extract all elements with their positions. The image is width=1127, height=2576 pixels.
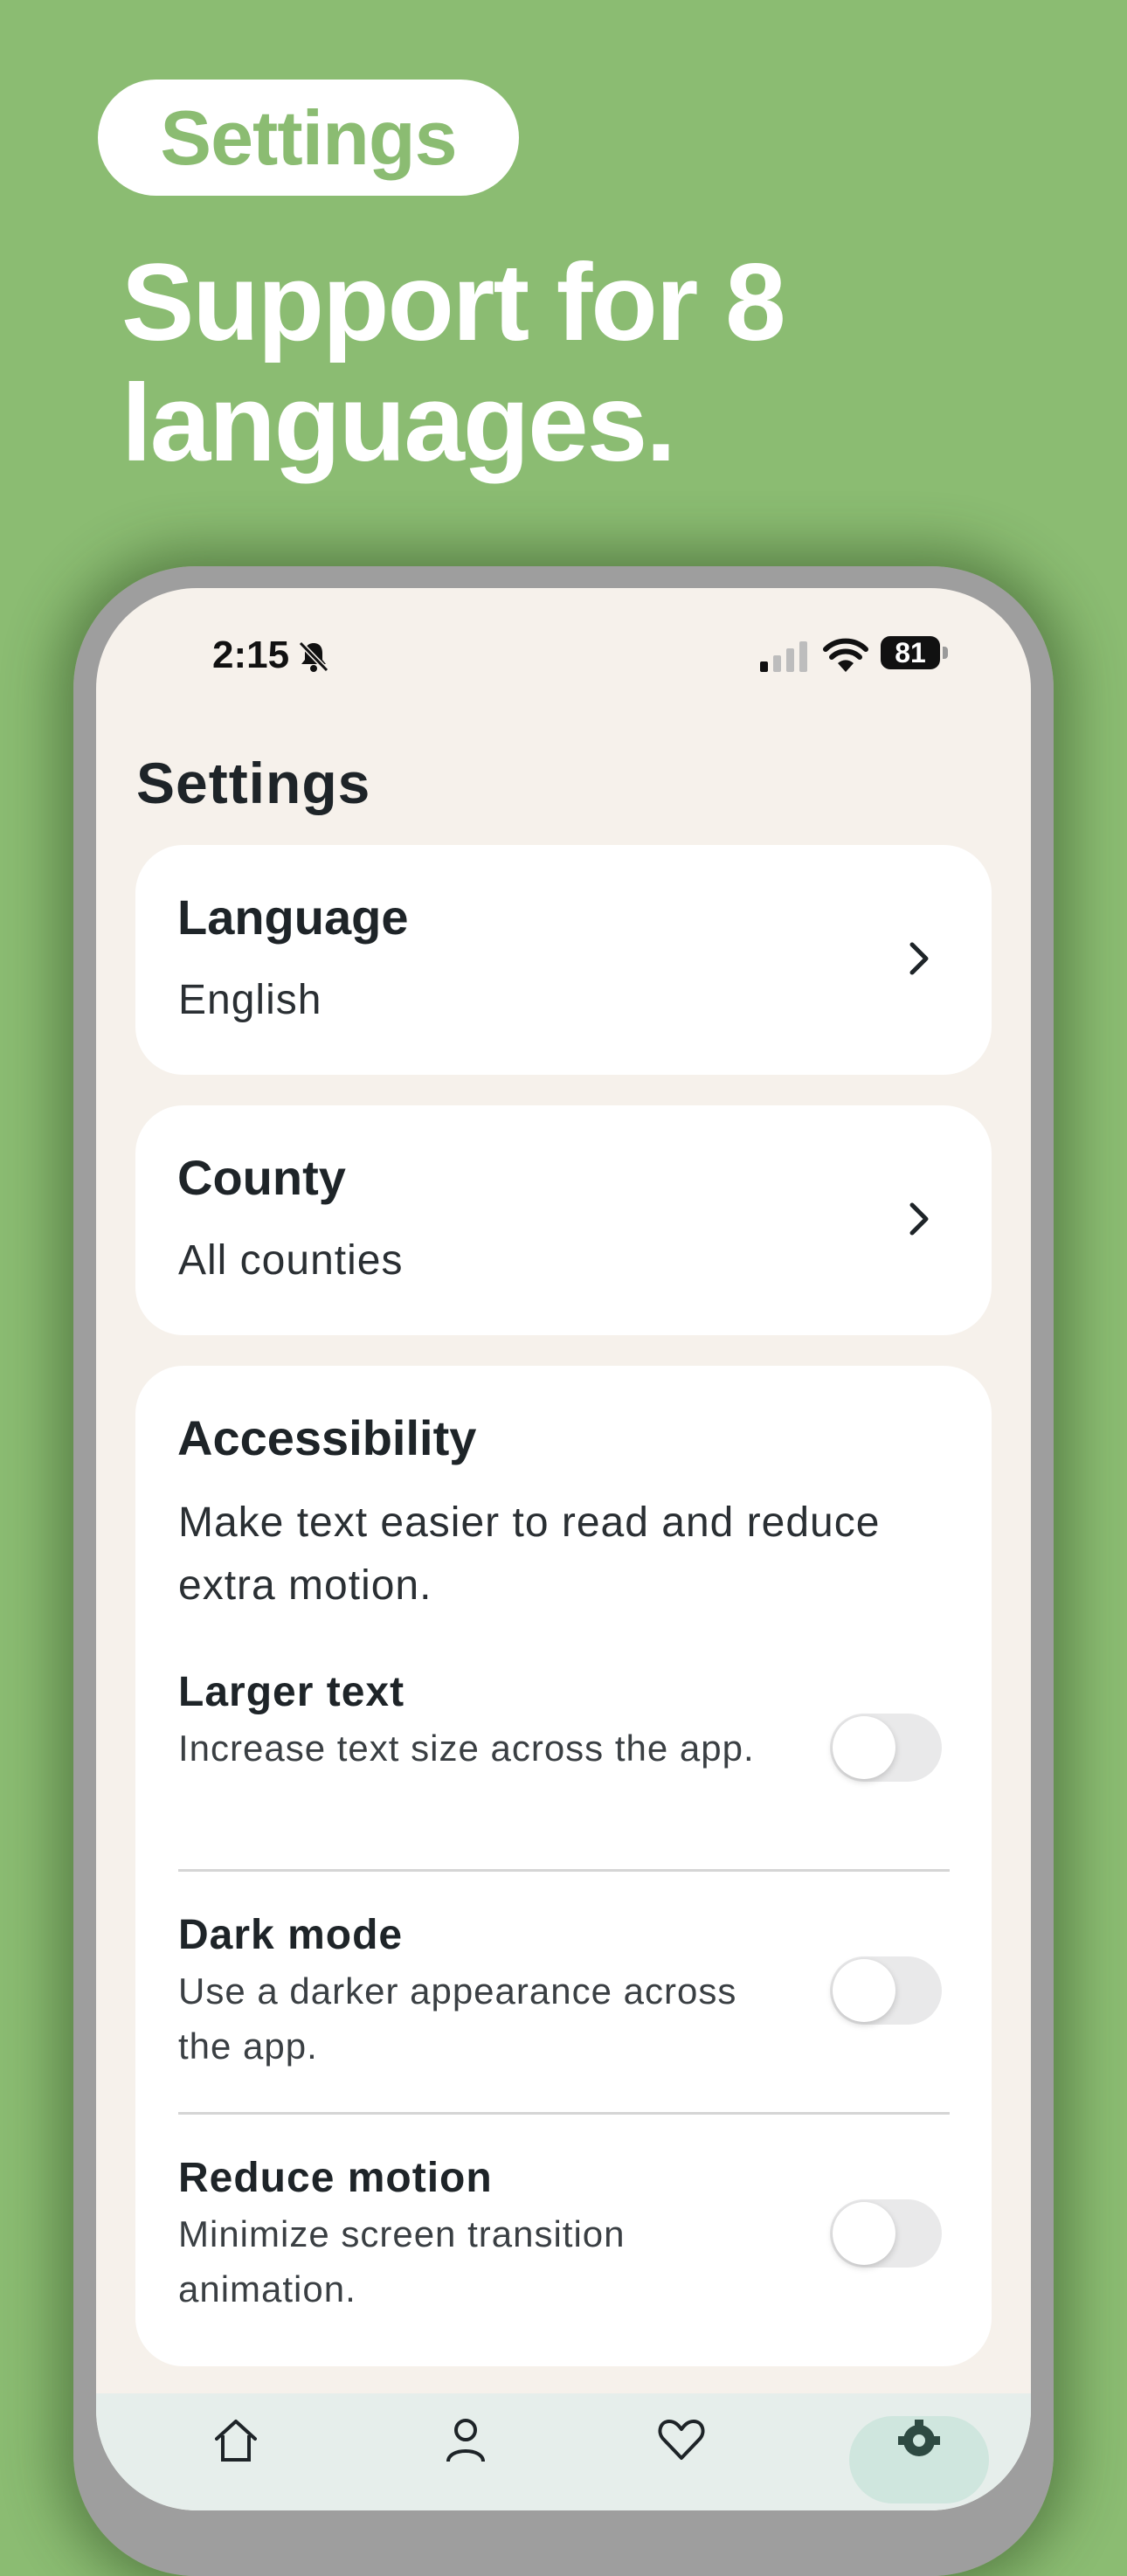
language-title: Language [177,890,409,945]
gear-icon[interactable] [893,2413,945,2465]
promo-headline: Support for 8 languages. [121,242,786,484]
language-value: English [178,977,322,1023]
county-title: County [177,1150,346,1205]
language-setting-row[interactable]: Language English [135,845,992,1075]
status-time: 2:15 [212,634,290,676]
battery-level: 81 [881,636,940,669]
accessibility-description: Make text easier to read and reduce extr… [178,1499,881,1609]
divider [178,1869,950,1872]
county-value: All counties [178,1237,404,1284]
wifi-icon [823,638,868,672]
promo-category-label: Settings [160,93,457,181]
home-icon[interactable] [210,2413,262,2465]
phone-screen: 2:15 81 Settings Language English County… [96,588,1031,2510]
dark-mode-title: Dark mode [178,1912,404,1958]
tab-bar [96,2393,1031,2510]
battery-icon: 81 [881,636,949,671]
status-bar: 2:15 81 [96,588,1031,719]
reduce-motion-title: Reduce motion [178,2155,493,2201]
page-title: Settings [136,751,371,815]
larger-text-toggle[interactable] [830,1714,942,1782]
heart-icon[interactable] [655,2413,708,2465]
cellular-signal-icon [760,641,807,672]
toggle-knob [833,1959,895,2022]
larger-text-title: Larger text [178,1669,405,1715]
bell-off-icon [298,641,329,673]
larger-text-description: Increase text size across the app. [178,1728,755,1769]
accessibility-title: Accessibility [177,1410,477,1465]
reduce-motion-toggle[interactable] [830,2199,942,2268]
reduce-motion-description: Minimize screen transition animation. [178,2213,626,2309]
dark-mode-toggle[interactable] [830,1956,942,2025]
toggle-knob [833,1716,895,1779]
chevron-right-icon [909,1202,929,1236]
toggle-knob [833,2202,895,2265]
county-setting-row[interactable]: County All counties [135,1105,992,1335]
accessibility-card: Accessibility Make text easier to read a… [135,1366,992,2366]
dark-mode-description: Use a darker appearance across the app. [178,1970,737,2067]
chevron-right-icon [909,942,929,975]
promo-category-pill: Settings [98,80,519,196]
battery-cap [943,647,948,659]
divider [178,2112,950,2115]
person-icon[interactable] [439,2413,492,2465]
